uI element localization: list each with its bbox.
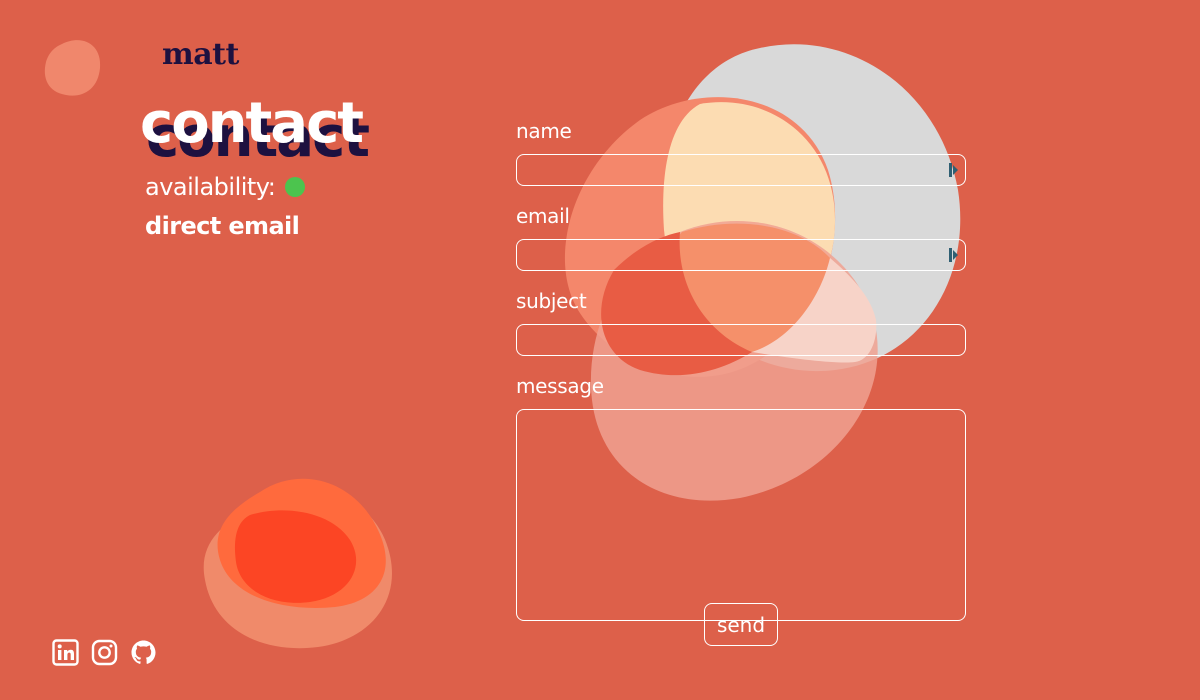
subject-label: subject <box>516 289 587 313</box>
linkedin-icon <box>52 639 79 666</box>
autofill-extension-icon[interactable] <box>949 248 959 262</box>
name-label: name <box>516 119 572 143</box>
decorative-blob-top-left <box>44 40 101 96</box>
email-input[interactable] <box>516 239 966 271</box>
availability-label: availability: <box>145 173 276 201</box>
message-textarea[interactable] <box>516 409 966 621</box>
availability-status: availability: <box>145 173 306 201</box>
github-icon <box>131 640 156 664</box>
decorative-blob-bottom-left-orange <box>217 478 386 608</box>
social-links <box>52 639 157 666</box>
send-button[interactable]: send <box>704 603 778 646</box>
site-logo[interactable]: matt <box>162 40 239 70</box>
decorative-blob-bottom-left-red <box>234 510 357 603</box>
availability-dot-icon <box>285 177 306 197</box>
autofill-extension-icon[interactable] <box>949 163 959 177</box>
contact-page: matt contact contact availability: direc… <box>0 0 1200 700</box>
decorative-blob-bottom-left-pale <box>203 489 392 649</box>
name-input[interactable] <box>516 154 966 186</box>
linkedin-link[interactable] <box>52 639 79 666</box>
page-title: contact contact <box>140 96 440 176</box>
github-link[interactable] <box>130 639 157 666</box>
email-label: email <box>516 204 570 228</box>
instagram-link[interactable] <box>91 639 118 666</box>
direct-email-link[interactable]: direct email <box>145 212 300 240</box>
page-title-text: contact <box>140 91 364 156</box>
subject-input[interactable] <box>516 324 966 356</box>
instagram-icon <box>91 639 118 666</box>
message-label: message <box>516 374 604 398</box>
contact-form: name email subject message <box>516 118 966 621</box>
